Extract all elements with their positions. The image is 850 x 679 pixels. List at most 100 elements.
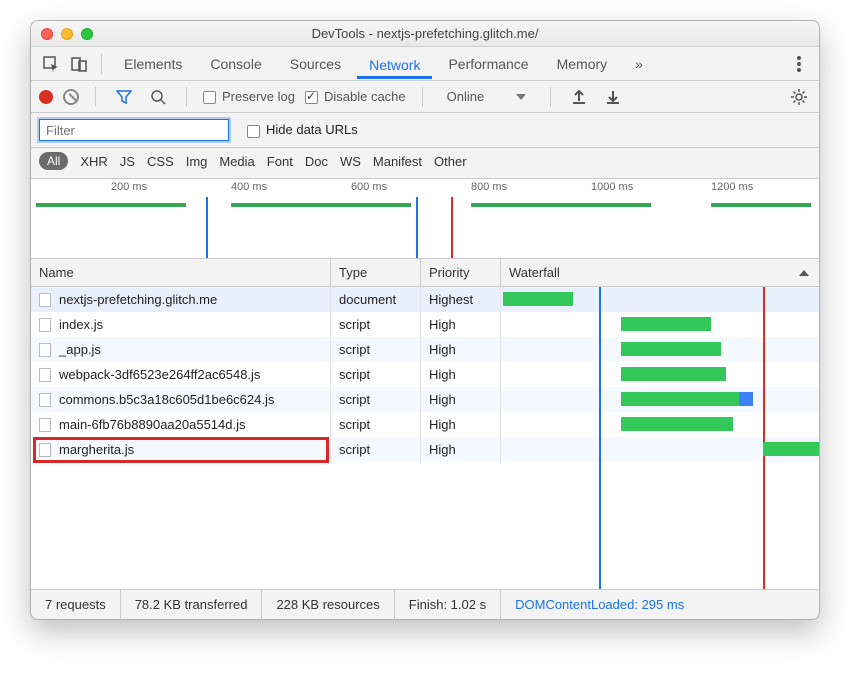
tabs-overflow[interactable]: » (623, 50, 655, 78)
type-filter-doc[interactable]: Doc (305, 154, 328, 169)
request-type: script (331, 412, 421, 437)
devtools-window: DevTools - nextjs-prefetching.glitch.me/… (30, 20, 820, 620)
search-icon[interactable] (146, 85, 170, 109)
network-toolbar: Preserve log Disable cache Online (31, 81, 819, 113)
hide-data-urls-label: Hide data URLs (266, 122, 358, 137)
filter-icon[interactable] (112, 85, 136, 109)
clear-icon[interactable] (63, 89, 79, 105)
request-type: script (331, 387, 421, 412)
column-priority[interactable]: Priority (421, 259, 501, 286)
column-waterfall-label: Waterfall (509, 265, 560, 280)
panel-tabs: Elements Console Sources Network Perform… (31, 47, 819, 81)
column-name[interactable]: Name (31, 259, 331, 286)
table-headers: Name Type Priority Waterfall (31, 259, 819, 287)
disable-cache-checkbox[interactable]: Disable cache (305, 89, 406, 104)
type-filter-js[interactable]: JS (120, 154, 135, 169)
column-waterfall[interactable]: Waterfall (501, 259, 819, 286)
throttling-value: Online (447, 89, 485, 104)
table-row[interactable]: main-6fb76b8890aa20a5514d.js script High (31, 412, 819, 437)
file-icon (39, 293, 51, 307)
request-priority: High (421, 387, 501, 412)
table-row[interactable]: commons.b5c3a18c605d1be6c624.js script H… (31, 387, 819, 412)
device-toolbar-icon[interactable] (67, 52, 91, 76)
request-priority: Highest (421, 287, 501, 312)
sort-indicator-icon (799, 270, 809, 276)
type-filter-media[interactable]: Media (219, 154, 254, 169)
type-filter-other[interactable]: Other (434, 154, 467, 169)
table-row[interactable]: index.js script High (31, 312, 819, 337)
tab-console[interactable]: Console (198, 50, 273, 78)
preserve-log-label: Preserve log (222, 89, 295, 104)
table-row[interactable]: margherita.js script High (31, 437, 819, 462)
type-filter-manifest[interactable]: Manifest (373, 154, 422, 169)
request-name: index.js (59, 317, 103, 332)
type-filter-ws[interactable]: WS (340, 154, 361, 169)
window-title: DevTools - nextjs-prefetching.glitch.me/ (31, 26, 819, 41)
status-bar: 7 requests 78.2 KB transferred 228 KB re… (31, 589, 819, 619)
request-priority: High (421, 412, 501, 437)
request-priority: High (421, 362, 501, 387)
status-transferred: 78.2 KB transferred (121, 590, 263, 619)
request-type: script (331, 312, 421, 337)
record-icon[interactable] (39, 90, 53, 104)
timeline-overview[interactable]: 200 ms 400 ms 600 ms 800 ms 1000 ms 1200… (31, 179, 819, 259)
tab-performance[interactable]: Performance (436, 50, 540, 78)
request-table: nextjs-prefetching.glitch.me document Hi… (31, 287, 819, 589)
file-icon (39, 393, 51, 407)
request-priority: High (421, 312, 501, 337)
timeline-tick: 1000 ms (591, 181, 633, 193)
request-name: _app.js (59, 342, 101, 357)
file-icon (39, 343, 51, 357)
file-icon (39, 318, 51, 332)
filter-bar: Hide data URLs (31, 113, 819, 148)
table-row[interactable]: webpack-3df6523e264ff2ac6548.js script H… (31, 362, 819, 387)
tab-elements[interactable]: Elements (112, 50, 194, 78)
request-type: script (331, 337, 421, 362)
title-bar: DevTools - nextjs-prefetching.glitch.me/ (31, 21, 819, 47)
table-row[interactable]: _app.js script High (31, 337, 819, 362)
status-requests: 7 requests (31, 590, 121, 619)
type-filter-css[interactable]: CSS (147, 154, 174, 169)
tab-memory[interactable]: Memory (545, 50, 620, 78)
type-filter-xhr[interactable]: XHR (80, 154, 107, 169)
download-har-icon[interactable] (601, 85, 625, 109)
kebab-menu-icon[interactable] (787, 52, 811, 76)
request-name: webpack-3df6523e264ff2ac6548.js (59, 367, 260, 382)
timeline-tick: 400 ms (231, 181, 267, 193)
upload-har-icon[interactable] (567, 85, 591, 109)
file-icon (39, 368, 51, 382)
request-name: nextjs-prefetching.glitch.me (59, 292, 217, 307)
inspect-icon[interactable] (39, 52, 63, 76)
status-finish: Finish: 1.02 s (395, 590, 501, 619)
request-priority: High (421, 437, 501, 462)
timeline-tick: 1200 ms (711, 181, 753, 193)
type-filter-img[interactable]: Img (186, 154, 208, 169)
request-name: main-6fb76b8890aa20a5514d.js (59, 417, 246, 432)
filter-input[interactable] (39, 119, 229, 141)
hide-data-urls-checkbox[interactable]: Hide data URLs (247, 122, 358, 137)
tab-sources[interactable]: Sources (278, 50, 353, 78)
request-type: document (331, 287, 421, 312)
type-filter-font[interactable]: Font (267, 154, 293, 169)
timeline-tick: 800 ms (471, 181, 507, 193)
file-icon (39, 418, 51, 432)
column-type[interactable]: Type (331, 259, 421, 286)
table-row[interactable]: nextjs-prefetching.glitch.me document Hi… (31, 287, 819, 312)
status-resources: 228 KB resources (262, 590, 394, 619)
file-icon (39, 443, 51, 457)
timeline-tick: 200 ms (111, 181, 147, 193)
request-name: commons.b5c3a18c605d1be6c624.js (59, 392, 274, 407)
status-domcontentloaded: DOMContentLoaded: 295 ms (501, 590, 698, 619)
chevron-down-icon (516, 94, 526, 100)
disable-cache-label: Disable cache (324, 89, 406, 104)
tab-network[interactable]: Network (357, 51, 432, 79)
preserve-log-checkbox[interactable]: Preserve log (203, 89, 295, 104)
request-type: script (331, 437, 421, 462)
throttling-select[interactable]: Online (439, 87, 535, 106)
type-filter-all[interactable]: All (39, 152, 68, 170)
resource-type-filters: All XHR JS CSS Img Media Font Doc WS Man… (31, 148, 819, 179)
request-priority: High (421, 337, 501, 362)
timeline-tick: 600 ms (351, 181, 387, 193)
request-name: margherita.js (59, 442, 134, 457)
gear-icon[interactable] (787, 85, 811, 109)
